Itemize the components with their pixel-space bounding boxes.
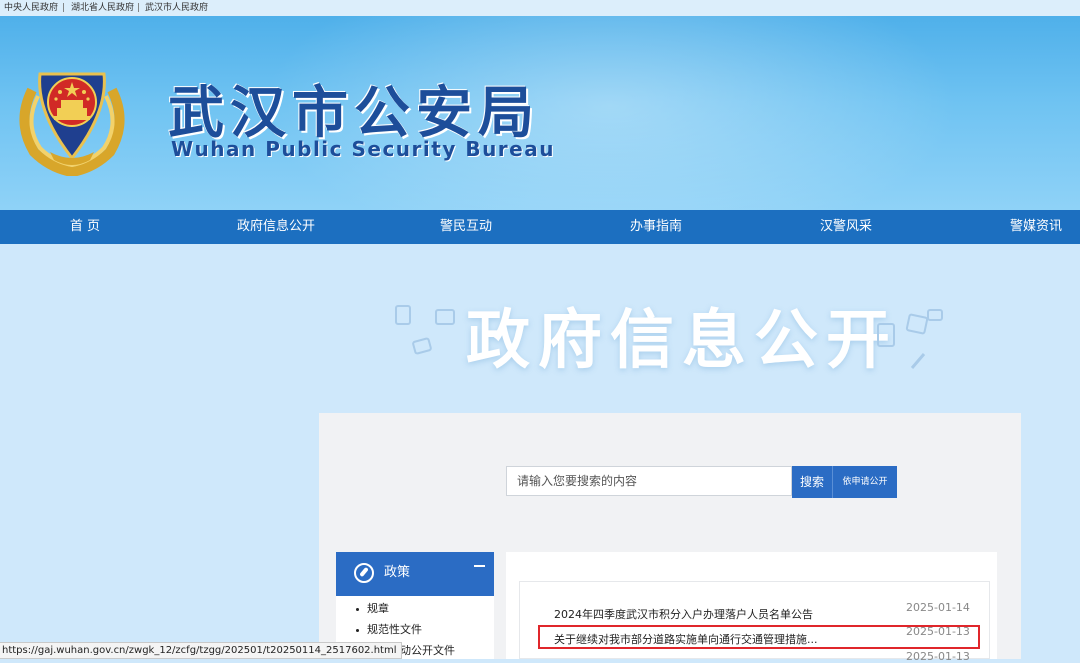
sidebar-heading-label: 政策 bbox=[384, 565, 411, 580]
nav-item-gov-info[interactable]: 政府信息公开 bbox=[181, 210, 371, 244]
nav-item-guide[interactable]: 办事指南 bbox=[561, 210, 751, 244]
list-item[interactable]: 2024年四季度武汉市积分入户办理落户人员名单公告 bbox=[554, 606, 813, 622]
apply-disclosure-button[interactable]: 依申请公开 bbox=[832, 466, 897, 498]
sidebar-item-label: 规章 bbox=[367, 602, 389, 615]
bullet-icon bbox=[356, 607, 359, 611]
document-decor-icon bbox=[395, 305, 455, 355]
link-separator: | bbox=[137, 3, 141, 13]
sidebar-item-regulations[interactable]: 规章 bbox=[356, 600, 389, 616]
collapse-minus-icon[interactable] bbox=[474, 565, 485, 567]
link-hubei-gov[interactable]: 湖北省人民政府 bbox=[71, 0, 134, 16]
notes-decor-icon bbox=[877, 309, 943, 369]
nav-item-home[interactable]: 首 页 bbox=[0, 210, 180, 244]
sidebar-item-label: 规范性文件 bbox=[367, 623, 422, 636]
police-emblem-icon[interactable] bbox=[10, 52, 134, 176]
list-item-date: 2025-01-13 bbox=[906, 650, 970, 663]
nav-item-interaction[interactable]: 警民互动 bbox=[371, 210, 561, 244]
nav-item-police-style[interactable]: 汉警风采 bbox=[751, 210, 941, 244]
site-header: 武汉市公安局 Wuhan Public Security Bureau bbox=[0, 16, 1080, 210]
banner-title: 政府信息公开 bbox=[466, 304, 898, 378]
search-input[interactable] bbox=[506, 466, 792, 496]
search-button[interactable]: 搜索 bbox=[792, 466, 832, 498]
compass-icon bbox=[354, 563, 374, 583]
main-nav: 首 页 政府信息公开 警民互动 办事指南 汉警风采 警媒资讯 bbox=[0, 210, 1080, 244]
link-central-gov[interactable]: 中央人民政府 bbox=[4, 0, 58, 16]
top-links-bar: 中央人民政府 | 湖北省人民政府 | 武汉市人民政府 bbox=[0, 0, 1080, 16]
list-item-date: 2025-01-14 bbox=[906, 601, 970, 614]
page-banner: 政府信息公开 bbox=[0, 244, 1080, 414]
status-url-bar: https://gaj.wuhan.gov.cn/zwgk_12/zcfg/tz… bbox=[0, 642, 402, 659]
bureau-title-en: Wuhan Public Security Bureau bbox=[171, 137, 555, 161]
link-wuhan-gov[interactable]: 武汉市人民政府 bbox=[145, 0, 208, 16]
nav-item-media-news[interactable]: 警媒资讯 bbox=[941, 210, 1080, 244]
sidebar-heading-policy[interactable]: 政策 bbox=[336, 552, 494, 596]
sidebar-item-normative-docs[interactable]: 规范性文件 bbox=[356, 621, 422, 637]
highlight-box bbox=[538, 625, 980, 649]
link-separator: | bbox=[62, 3, 66, 13]
bullet-icon bbox=[356, 628, 359, 632]
